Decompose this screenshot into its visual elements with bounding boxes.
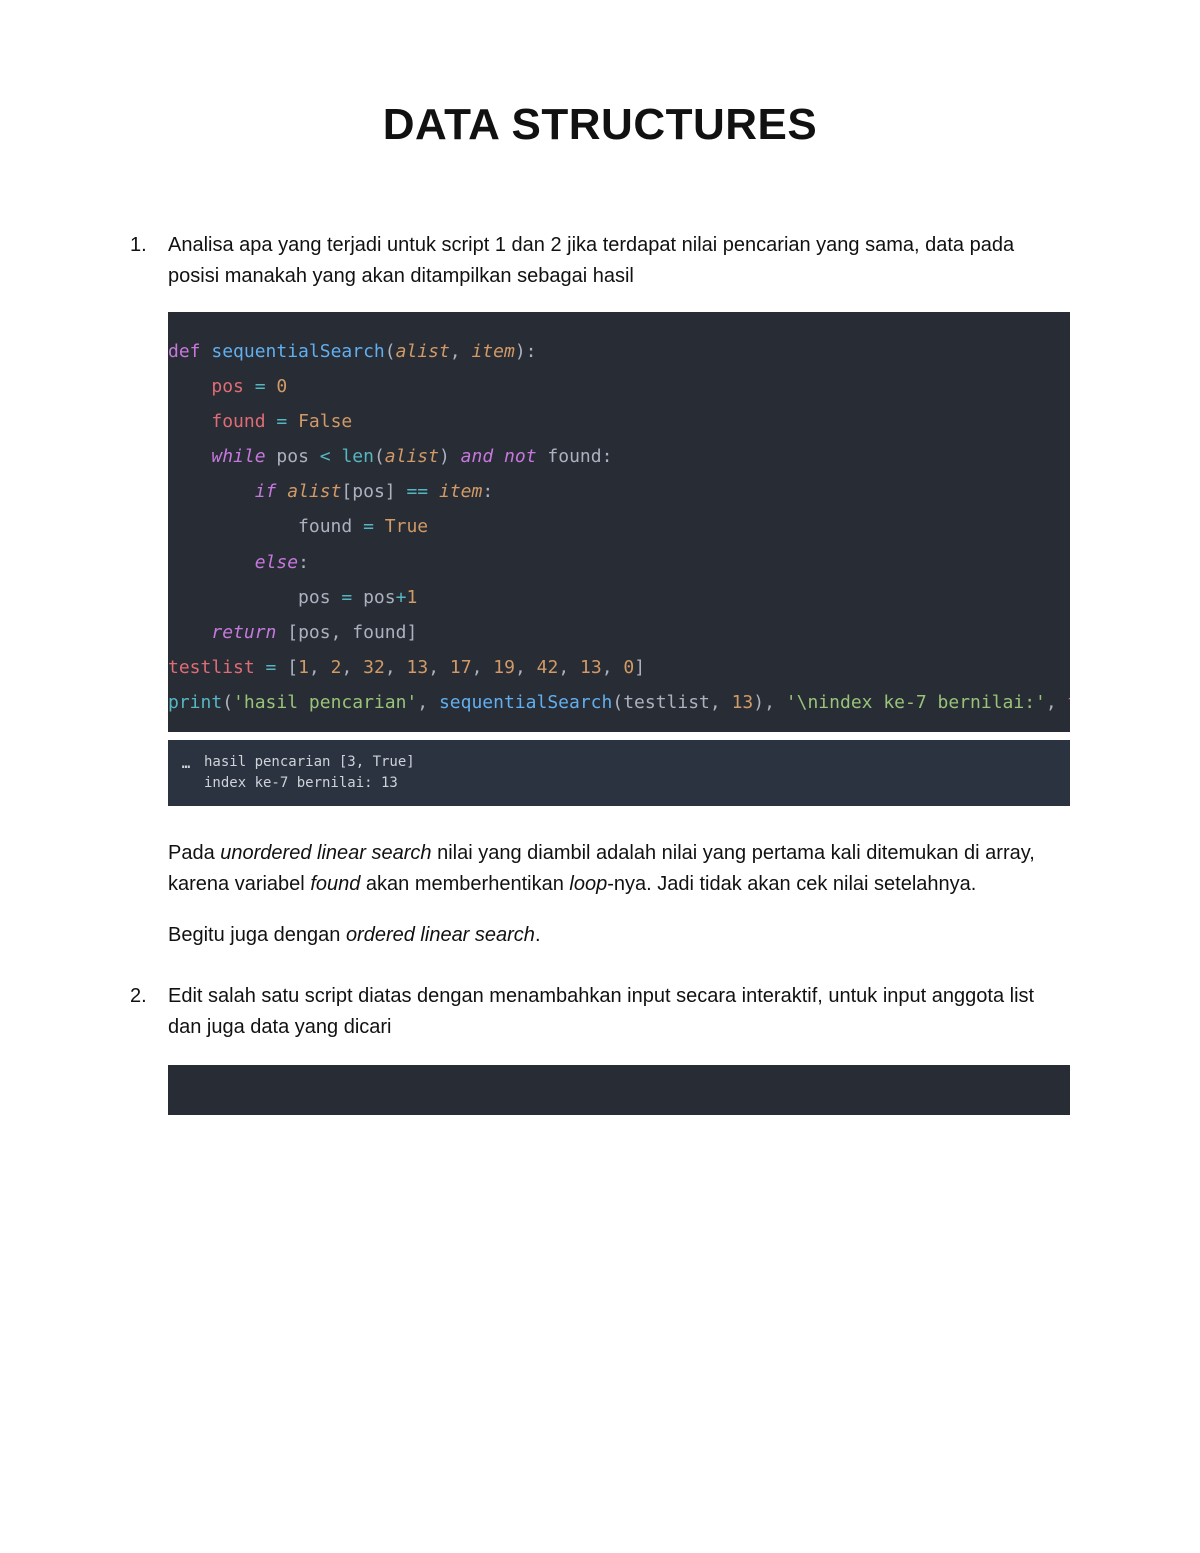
question-prompt: Analisa apa yang terjadi untuk script 1 …: [168, 230, 1070, 292]
document-page: DATA STRUCTURES 1. Analisa apa yang terj…: [0, 0, 1200, 1553]
explanation-paragraph: Pada unordered linear search nilai yang …: [168, 838, 1070, 900]
output-lines: hasil pencarian [3, True] index ke-7 ber…: [204, 752, 415, 794]
code-line: def sequentialSearch(alist, item):: [168, 334, 1070, 369]
code-line: if alist[pos] == item:: [168, 474, 1070, 509]
code-line: while pos < len(alist) and not found:: [168, 439, 1070, 474]
code-line: return [pos, found]: [168, 615, 1070, 650]
code-line: found = False: [168, 404, 1070, 439]
code-line: testlist = [1, 2, 32, 13, 17, 19, 42, 13…: [168, 650, 1070, 685]
code-line: pos = 0: [168, 369, 1070, 404]
output-ellipsis-icon: …: [168, 752, 204, 794]
code-line: found = True: [168, 509, 1070, 544]
question-prompt: Edit salah satu script diatas dengan men…: [168, 981, 1070, 1043]
code-line: else:: [168, 545, 1070, 580]
question-number: 1.: [130, 230, 147, 261]
code-block-empty: [168, 1065, 1070, 1115]
question-item-2: 2. Edit salah satu script diatas dengan …: [130, 981, 1070, 1115]
page-title: DATA STRUCTURES: [130, 100, 1070, 150]
explanation-paragraph: Begitu juga dengan ordered linear search…: [168, 920, 1070, 951]
code-block: def sequentialSearch(alist, item): pos =…: [168, 312, 1070, 732]
code-output: … hasil pencarian [3, True] index ke-7 b…: [168, 740, 1070, 806]
question-number: 2.: [130, 981, 147, 1012]
question-item-1: 1. Analisa apa yang terjadi untuk script…: [130, 230, 1070, 951]
code-line: print('hasil pencarian', sequentialSearc…: [168, 685, 1070, 720]
question-list: 1. Analisa apa yang terjadi untuk script…: [130, 230, 1070, 1115]
code-line: pos = pos+1: [168, 580, 1070, 615]
